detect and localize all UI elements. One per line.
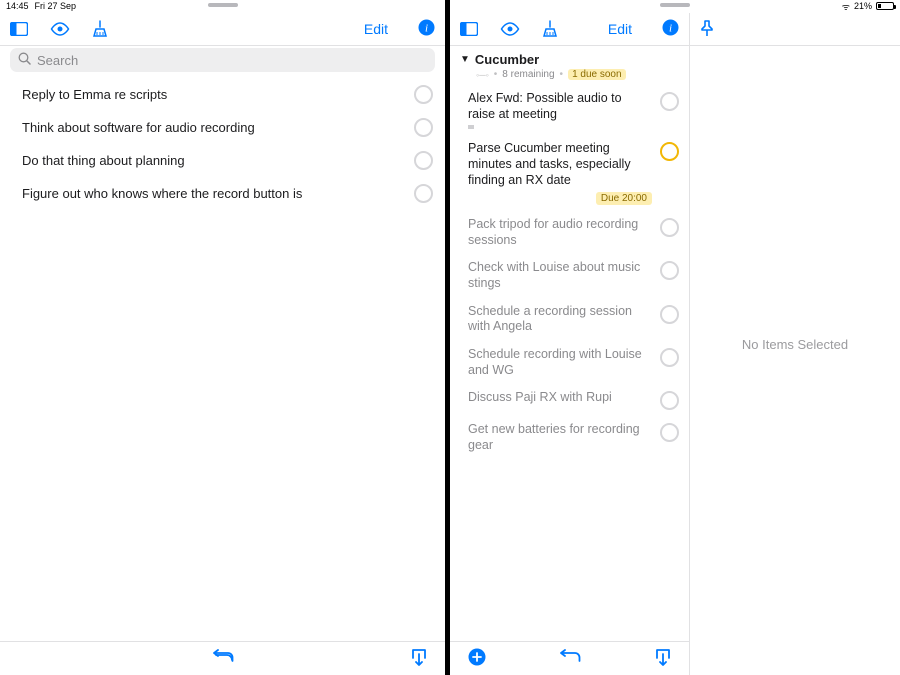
- project-title: Cucumber: [475, 52, 539, 67]
- task-title: Do that thing about planning: [22, 153, 414, 168]
- left-app: Edit i Search Reply to Emma re scripts T…: [0, 0, 445, 675]
- task-title: Figure out who knows where the record bu…: [22, 186, 414, 201]
- eye-icon[interactable]: [50, 22, 70, 36]
- task-status-circle[interactable]: [660, 305, 679, 324]
- status-date: Fri 27 Sep: [35, 1, 77, 11]
- task-row[interactable]: Schedule a recording session with Angela: [450, 298, 689, 341]
- share-icon[interactable]: [411, 648, 427, 669]
- search-placeholder: Search: [37, 53, 78, 68]
- info-icon[interactable]: i: [662, 19, 679, 39]
- task-row[interactable]: Parse Cucumber meeting minutes and tasks…: [450, 135, 689, 211]
- share-icon[interactable]: [655, 648, 671, 669]
- task-status-circle[interactable]: [660, 391, 679, 410]
- task-row[interactable]: Schedule recording with Louise and WG: [450, 341, 689, 384]
- note-indicator-icon: [468, 125, 474, 129]
- cleanup-icon[interactable]: [92, 20, 108, 38]
- add-icon[interactable]: [468, 648, 486, 669]
- task-row[interactable]: Figure out who knows where the record bu…: [0, 177, 445, 210]
- pin-icon[interactable]: [700, 20, 714, 38]
- cleanup-icon[interactable]: [542, 20, 558, 38]
- right-bottom-toolbar: [450, 641, 689, 675]
- undo-icon[interactable]: [212, 649, 234, 668]
- task-title: Alex Fwd: Possible audio to raise at mee…: [468, 91, 652, 122]
- task-status-circle[interactable]: [414, 118, 433, 137]
- task-row[interactable]: Do that thing about planning: [0, 144, 445, 177]
- svg-text:i: i: [425, 23, 428, 35]
- status-battery-pct: 21%: [854, 1, 872, 11]
- task-title: Schedule recording with Louise and WG: [468, 347, 652, 378]
- task-status-circle[interactable]: [414, 184, 433, 203]
- task-status-circle[interactable]: [660, 348, 679, 367]
- task-row[interactable]: Alex Fwd: Possible audio to raise at mee…: [450, 85, 689, 135]
- right-app: Edit i ▼ Cucumber ◦─◦ • 8 remaining: [450, 0, 900, 675]
- right-toolbar: Edit i: [450, 13, 689, 46]
- task-status-circle[interactable]: [660, 218, 679, 237]
- due-badge: Due 20:00: [596, 192, 652, 205]
- task-title: Parse Cucumber meeting minutes and tasks…: [468, 141, 652, 188]
- edit-button[interactable]: Edit: [364, 21, 388, 37]
- eye-icon[interactable]: [500, 22, 520, 36]
- status-time: 14:45: [6, 1, 29, 11]
- task-title: Discuss Paji RX with Rupi: [468, 390, 652, 406]
- detail-empty-text: No Items Selected: [742, 337, 848, 352]
- task-row[interactable]: Think about software for audio recording: [0, 111, 445, 144]
- detail-toolbar: [690, 13, 900, 46]
- sidebar-icon[interactable]: [10, 22, 28, 36]
- search-icon: [18, 52, 31, 68]
- left-toolbar: Edit i: [0, 13, 445, 46]
- due-soon-badge: 1 due soon: [568, 69, 626, 80]
- project-header[interactable]: ▼ Cucumber ◦─◦ • 8 remaining • 1 due soo…: [450, 46, 689, 84]
- task-status-circle[interactable]: [660, 92, 679, 111]
- task-title: Think about software for audio recording: [22, 120, 414, 135]
- sidebar-icon[interactable]: [460, 22, 478, 36]
- right-detail-pane: No Items Selected: [690, 13, 900, 675]
- task-title: Pack tripod for audio recording sessions: [468, 217, 652, 248]
- task-status-circle[interactable]: [660, 423, 679, 442]
- right-list-pane: Edit i ▼ Cucumber ◦─◦ • 8 remaining: [450, 13, 690, 675]
- task-status-circle[interactable]: [414, 151, 433, 170]
- separator-dot: •: [560, 69, 564, 80]
- task-status-circle[interactable]: [660, 261, 679, 280]
- right-task-list: Alex Fwd: Possible audio to raise at mee…: [450, 85, 689, 639]
- task-title: Reply to Emma re scripts: [22, 87, 414, 102]
- task-status-circle[interactable]: [660, 142, 679, 161]
- status-bar: 14:45 Fri 27 Sep ᯤ 21%: [0, 0, 900, 12]
- separator-dot: •: [494, 69, 498, 80]
- task-title: Get new batteries for recording gear: [468, 422, 652, 453]
- task-title: Schedule a recording session with Angela: [468, 304, 652, 335]
- svg-text:i: i: [669, 23, 672, 35]
- task-row[interactable]: Check with Louise about music stings: [450, 254, 689, 297]
- left-bottom-toolbar: [0, 641, 445, 675]
- search-input[interactable]: Search: [10, 48, 435, 72]
- project-remaining: 8 remaining: [502, 69, 554, 80]
- disclosure-triangle-icon[interactable]: ▼: [460, 54, 470, 65]
- task-title: Check with Louise about music stings: [468, 260, 652, 291]
- info-icon[interactable]: i: [418, 19, 435, 39]
- undo-icon[interactable]: [559, 649, 581, 668]
- task-row[interactable]: Get new batteries for recording gear: [450, 416, 689, 459]
- battery-icon: [876, 2, 894, 10]
- project-type-icon: ◦─◦: [476, 70, 489, 80]
- task-status-circle[interactable]: [414, 85, 433, 104]
- task-row[interactable]: Pack tripod for audio recording sessions: [450, 211, 689, 254]
- edit-button[interactable]: Edit: [608, 21, 632, 37]
- task-row[interactable]: Reply to Emma re scripts: [0, 78, 445, 111]
- wifi-icon: ᯤ: [842, 0, 850, 13]
- task-row[interactable]: Discuss Paji RX with Rupi: [450, 384, 689, 416]
- left-task-list: Reply to Emma re scripts Think about sof…: [0, 78, 445, 639]
